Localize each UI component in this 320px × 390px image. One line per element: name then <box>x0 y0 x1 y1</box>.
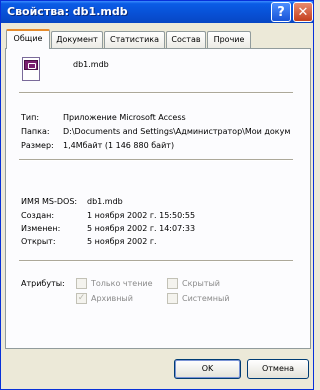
readonly-checkbox[interactable] <box>76 278 87 289</box>
tab-contents[interactable]: Состав <box>166 31 206 48</box>
modified-value: 5 ноября 2002 г. 14:07:33 <box>87 224 196 233</box>
window-title: Свойства: db1.mdb <box>7 5 128 18</box>
archive-label: Архивный <box>91 294 133 303</box>
tab-general[interactable]: Общие <box>6 29 50 49</box>
type-value: Приложение Microsoft Access <box>63 113 186 122</box>
attributes-label: Атрибуты: <box>21 279 65 288</box>
title-bar[interactable]: Свойства: db1.mdb ? ✕ <box>1 1 313 23</box>
folder-value: D:\Documents and Settings\Администратор\… <box>63 127 291 136</box>
size-label: Размер: <box>21 141 54 150</box>
cancel-button[interactable]: Отмена <box>247 359 309 379</box>
tab-document[interactable]: Документ <box>51 31 103 48</box>
opened-value: 5 ноября 2002 г. <box>87 237 157 246</box>
checkmark-icon: ✓ <box>77 293 86 303</box>
created-value: 1 ноября 2002 г. 15:50:55 <box>87 211 196 220</box>
access-database-icon <box>22 57 40 81</box>
tab-label: Общие <box>13 34 43 43</box>
modified-label: Изменен: <box>21 224 61 233</box>
separator <box>19 260 293 262</box>
separator <box>19 92 293 94</box>
tab-custom[interactable]: Прочие <box>207 31 251 48</box>
hidden-checkbox[interactable] <box>167 278 178 289</box>
close-button[interactable]: ✕ <box>293 2 313 22</box>
folder-label: Папка: <box>21 127 50 136</box>
properties-dialog: Свойства: db1.mdb ? ✕ Общие Документ Ста… <box>0 0 314 390</box>
tab-label: Статистика <box>110 35 159 44</box>
created-label: Создан: <box>21 211 55 220</box>
system-label: Системный <box>182 294 230 303</box>
tab-statistics[interactable]: Статистика <box>104 31 165 48</box>
ok-button[interactable]: OK <box>174 359 241 379</box>
close-icon: ✕ <box>297 4 309 20</box>
size-value: 1,4Мбайт (1 146 880 байт) <box>63 141 175 150</box>
system-checkbox[interactable] <box>167 293 178 304</box>
hidden-label: Скрытый <box>182 279 220 288</box>
msdos-name-label: ИМЯ MS-DOS: <box>21 197 78 206</box>
help-icon: ? <box>277 4 285 20</box>
type-label: Тип: <box>21 113 40 122</box>
file-name: db1.mdb <box>73 60 109 69</box>
tab-label: Состав <box>171 35 201 44</box>
help-button[interactable]: ? <box>271 2 291 22</box>
separator <box>19 159 293 161</box>
tab-label: Прочие <box>213 35 245 44</box>
archive-checkbox[interactable]: ✓ <box>76 293 87 304</box>
opened-label: Открыт: <box>21 237 56 246</box>
tab-label: Документ <box>56 35 98 44</box>
readonly-label: Только чтение <box>91 279 153 288</box>
tab-strip: Общие Документ Статистика Состав Прочие <box>1 23 313 49</box>
msdos-name-value: db1.mdb <box>87 197 123 206</box>
